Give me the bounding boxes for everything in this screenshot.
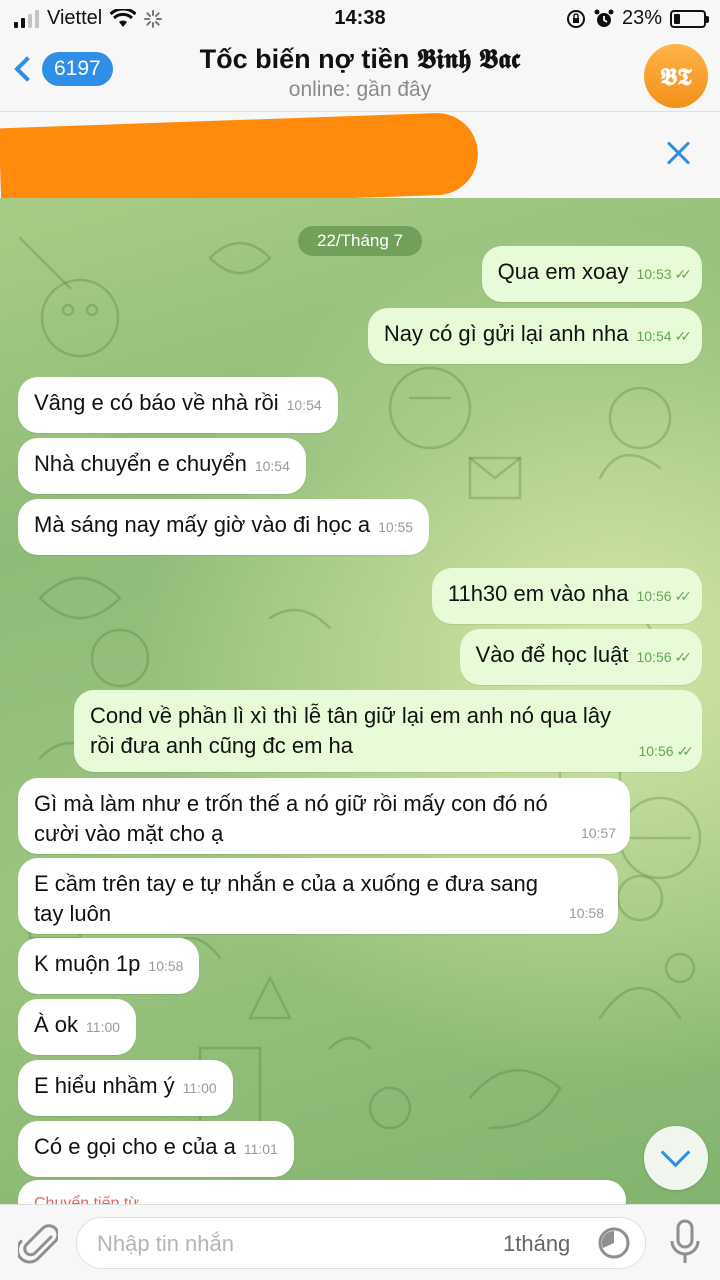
message-text-line: E cầm trên tay e tự nhắn e của a xuống e… [34,871,538,896]
message-text: K muộn 1p [34,951,141,976]
message-bubble-outgoing[interactable]: 11h30 em vào nha 10:56 ✓✓ [431,568,702,624]
status-bar: Viettel 14:38 23% [0,0,720,38]
message-bubble-incoming[interactable]: E hiểu nhầm ý 11:00 [18,1060,233,1116]
auto-delete-timer-label: 1tháng [503,1231,571,1256]
message-text: Vào để học luật [475,642,629,667]
close-icon[interactable] [666,140,692,166]
message-time: 10:54 [286,397,322,413]
double-check-icon: ✓✓ [674,649,693,665]
battery-percent: 23% [621,7,662,29]
message-time: 11:01 [243,1141,278,1157]
message-time: 10:58 [568,905,604,921]
message-bubble-incoming[interactable]: E cầm trên tay e tự nhắn e của a xuống e… [18,858,618,934]
message-text: Vâng e có báo về nhà rồi [34,390,279,415]
message-bubble-incoming[interactable]: Vâng e có báo về nhà rồi 10:54 [18,377,338,433]
message-time: 10:54 [636,328,672,344]
chevron-left-icon [14,56,40,82]
message-bubble-outgoing[interactable]: Cond về phần lì xì thì lễ tân giữ lại em… [74,690,702,772]
chat-status: online: gần đây [288,78,432,101]
message-bubble-incoming[interactable]: Gì mà làm như e trốn thế a nó giữ rồi mấ… [18,778,630,854]
message-text: Nhà chuyển e chuyển [34,451,247,476]
message-text: E hiểu nhầm ý [34,1073,175,1098]
redaction-mark [0,111,480,211]
message-bubble-outgoing[interactable]: Vào để học luật 10:56 ✓✓ [459,629,702,685]
message-time: 10:55 [378,519,414,535]
double-check-icon: ✓✓ [674,266,693,282]
message-text-line: rồi đưa anh cũng đc em ha [90,733,354,758]
chat-header: 6197 Tốc biến nợ tiền 𝕭𝖎𝖓𝖍 𝕭𝖆𝖈 online: g… [0,38,720,112]
message-time: 10:54 [254,458,290,474]
unread-badge: 6197 [42,52,113,86]
battery-icon [670,9,709,28]
double-check-icon: ✓✓ [676,743,695,759]
message-text: À ok [34,1012,79,1037]
message-text-line: cười vào mặt cho ạ [34,821,224,846]
chat-area[interactable]: 22/Tháng 7 Qua em xoay 10:53 ✓✓ Nay có gì … [0,198,720,1204]
message-time: 11:00 [86,1019,121,1035]
message-bubble-incoming[interactable]: K muộn 1p 10:58 [18,938,200,994]
message-text: Nay có gì gửi lại anh nha [383,321,629,346]
message-text: Có e gọi cho e của a [34,1134,236,1159]
message-text-line: tay luôn [34,901,112,926]
microphone-icon[interactable] [668,1219,702,1267]
message-time: 10:53 [636,266,672,282]
attach-icon[interactable] [18,1221,58,1265]
message-input-bar: Nhập tin nhắn 1tháng [0,1204,720,1280]
double-check-icon: ✓✓ [674,588,693,604]
message-bubble-incoming[interactable]: Có e gọi cho e của a 11:01 [18,1121,294,1177]
message-bubble-outgoing[interactable]: Qua em xoay 10:53 ✓✓ [481,246,702,302]
message-input[interactable]: Nhập tin nhắn 1tháng [76,1217,646,1269]
alarm-icon [594,9,614,27]
status-right: 23% [566,7,709,30]
scroll-down-button[interactable] [644,1126,708,1190]
chat-title[interactable]: Tốc biến nợ tiền 𝕭𝖎𝖓𝖍 𝕭𝖆𝖈 [120,44,600,76]
message-bubble-incoming[interactable]: Nhà chuyển e chuyển 10:54 [18,438,306,494]
message-text: 11h30 em vào nha [447,581,629,606]
message-time: 10:58 [148,958,184,974]
date-separator: 22/Tháng 7 [298,226,422,256]
avatar[interactable]: 𝕭𝕿 [644,44,708,108]
message-text: Qua em xoay [497,259,629,284]
pinned-message-bar[interactable] [0,111,720,211]
input-placeholder: Nhập tin nhắn [97,1231,234,1256]
message-text-line: Gì mà làm như e trốn thế a nó giữ rồi mấ… [34,791,548,816]
message-bubble-incoming[interactable]: À ok 11:00 [18,999,137,1055]
forwarded-label: Chuyển tiếp từ [34,1195,139,1204]
message-time: 10:56 [638,743,674,759]
message-text: Mà sáng nay mấy giờ vào đi học a [34,512,371,537]
timer-icon[interactable] [597,1226,631,1260]
message-time: 10:57 [580,825,616,841]
message-bubble-outgoing[interactable]: Nay có gì gửi lại anh nha 10:54 ✓✓ [367,308,702,364]
rotation-lock-icon [566,9,585,28]
message-time: 10:56 [636,588,672,604]
back-button[interactable]: 6197 [12,52,113,86]
message-text-line: Cond về phần lì xì thì lễ tân giữ lại em… [90,703,612,728]
battery-fill [674,13,681,24]
double-check-icon: ✓✓ [674,328,693,344]
message-time: 11:00 [182,1080,217,1096]
message-time: 10:56 [636,649,672,665]
message-bubble-incoming[interactable]: Mà sáng nay mấy giờ vào đi học a 10:55 [18,499,430,555]
message-bubble-forwarded[interactable]: Chuyển tiếp từ [18,1180,626,1204]
